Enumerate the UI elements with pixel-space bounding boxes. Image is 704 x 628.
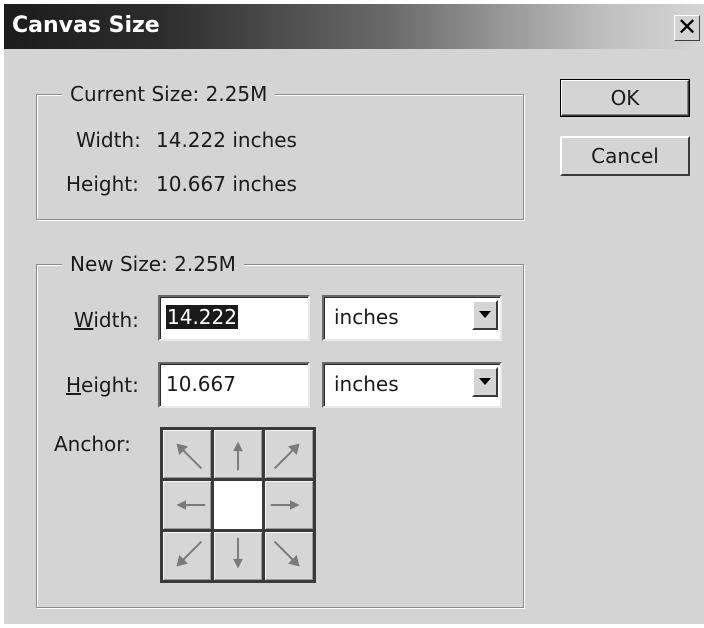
new-height-label-rest: eight:: [81, 373, 139, 397]
arrow-down-right-icon: [273, 540, 300, 567]
arrow-up-icon: [233, 441, 243, 471]
anchor-top-left[interactable]: [163, 430, 211, 478]
new-height-label-mnemonic: H: [66, 373, 82, 397]
new-height-unit-select[interactable]: inches: [322, 362, 502, 408]
current-width-value: 14.222 inches: [156, 128, 297, 152]
arrow-up-right-icon: [273, 443, 300, 470]
anchor-center[interactable]: [214, 481, 262, 529]
current-height-label: Height:: [66, 172, 139, 196]
anchor-top-center[interactable]: [214, 430, 262, 478]
anchor-label: Anchor:: [54, 432, 131, 456]
new-height-value: 10.667: [166, 372, 236, 396]
close-button[interactable]: ✕: [674, 15, 700, 41]
new-width-input[interactable]: 14.222: [158, 295, 310, 341]
anchor-bottom-right[interactable]: [265, 532, 313, 580]
arrow-down-icon: [233, 537, 243, 569]
dialog-title: Canvas Size: [12, 13, 160, 38]
arrow-down-left-icon: [176, 540, 203, 567]
current-width-label: Width:: [76, 128, 141, 152]
arrow-right-icon: [270, 500, 300, 510]
arrow-up-left-icon: [176, 443, 203, 470]
new-width-unit-select[interactable]: inches: [322, 295, 502, 341]
width-unit-dropdown-button[interactable]: [472, 300, 498, 330]
new-size-legend: New Size: 2.25M: [62, 252, 244, 276]
anchor-top-right[interactable]: [265, 430, 313, 478]
new-width-label-mnemonic: W: [74, 308, 94, 332]
current-size-frame: [36, 94, 524, 220]
new-width-unit-value: inches: [334, 305, 399, 329]
new-width-value: 14.222: [166, 305, 238, 329]
anchor-grid: [160, 427, 316, 583]
close-icon: ✕: [676, 13, 698, 41]
anchor-middle-right[interactable]: [265, 481, 313, 529]
new-height-input[interactable]: 10.667: [158, 362, 310, 408]
anchor-bottom-left[interactable]: [163, 532, 211, 580]
ok-button[interactable]: OK: [560, 79, 690, 117]
canvas-size-dialog: Canvas Size ✕ Current Size: 2.25M Width:…: [4, 4, 704, 624]
anchor-bottom-center[interactable]: [214, 532, 262, 580]
anchor-middle-left[interactable]: [163, 481, 211, 529]
cancel-button[interactable]: Cancel: [560, 136, 690, 176]
height-unit-dropdown-button[interactable]: [472, 367, 498, 397]
new-width-label: Width:: [74, 308, 139, 332]
title-bar: Canvas Size ✕: [4, 4, 704, 49]
current-size-legend: Current Size: 2.25M: [62, 82, 276, 106]
new-height-label: Height:: [66, 373, 139, 397]
chevron-down-icon: [479, 378, 491, 385]
arrow-left-icon: [176, 500, 206, 510]
current-height-value: 10.667 inches: [156, 172, 297, 196]
new-height-unit-value: inches: [334, 372, 399, 396]
new-width-label-rest: idth:: [93, 308, 139, 332]
chevron-down-icon: [479, 311, 491, 318]
